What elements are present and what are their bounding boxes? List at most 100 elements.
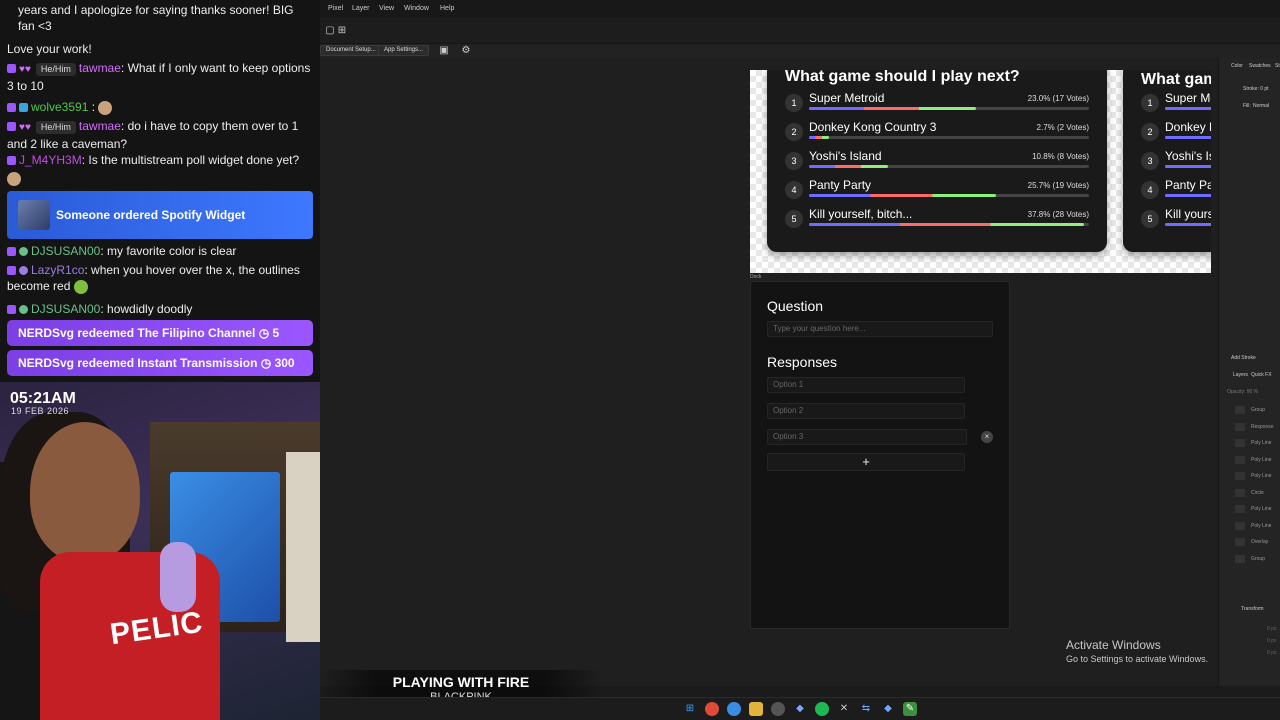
layer-row[interactable]: Poly Line [1223,436,1280,450]
tab-color[interactable]: Color [1231,63,1243,69]
sub-badge-icon [7,266,16,276]
poll-option-percent: 37.8% (28 Votes) [1027,210,1089,219]
stroke-value[interactable]: Stroke: 0 pt [1243,86,1269,92]
menu-help[interactable]: Help [440,5,454,12]
folder-icon[interactable] [749,702,763,716]
layer-row[interactable]: Poly Line [1223,469,1280,483]
poll-option-row: 1 Super Metroid 23.0% (17 Votes) [785,91,1089,119]
chat-username[interactable]: DJSUSAN00 [31,302,100,316]
layer-name: Overlay [1251,539,1269,545]
transform-y[interactable]: 0 px [1267,638,1276,644]
notepad-icon[interactable]: ✎ [903,702,917,716]
menu-layer[interactable]: Layer [352,5,370,12]
chat-message: ♥♥ He/Him tawmae: What if I only want to k… [7,60,312,94]
poll-progress-fill [1165,194,1211,197]
transform-tab[interactable]: Transform [1241,606,1264,612]
layer-name: Circle [1251,489,1264,496]
question-input[interactable]: Type your question here... [767,321,993,337]
document-setup-button[interactable]: Document Setup... [320,45,382,56]
option-3-input[interactable]: Option 3 [767,429,967,445]
blend-mode[interactable]: Normal [1253,103,1269,109]
add-stroke-button[interactable]: Add Stroke [1231,355,1256,361]
poll-progress-track [1165,107,1211,110]
edge-icon[interactable] [727,702,741,716]
redeem-cost: 300 [274,356,295,370]
poll-option-percent: 2.7% (2 Votes) [1036,123,1089,132]
album-art-icon [18,200,50,230]
tab-swatches[interactable]: Swatches [1249,63,1271,69]
alert-text: Someone ordered Spotify Widget [56,208,246,222]
affinity-icon[interactable]: ◆ [793,702,807,716]
poll-progress-track [809,194,1089,197]
spotify-icon[interactable] [815,702,829,716]
chat-username[interactable]: DJSUSAN00 [31,244,100,258]
frame-tool-icon[interactable]: ▢ [324,25,336,37]
transform-x[interactable]: 0 px [1267,626,1276,632]
layer-thumbnail [1235,472,1245,480]
app-icon[interactable]: ✕ [837,702,851,716]
remove-option-button[interactable]: × [981,431,993,443]
layer-row[interactable]: Poly Line [1223,519,1280,533]
layer-row[interactable]: Poly Line [1223,453,1280,467]
poll-progress-fill [809,136,829,139]
poll-progress-track [809,107,1089,110]
vscode-icon[interactable]: ⇆ [859,702,873,716]
menu-pixel[interactable]: Pixel [328,5,343,12]
obs-icon[interactable] [771,702,785,716]
channel-points-icon: ◷ [260,356,272,370]
poll-option-number: 5 [785,210,803,228]
poll-progress-fill [1165,223,1211,226]
chat-username[interactable]: wolve3591 [31,100,88,114]
layer-row[interactable]: Group [1223,403,1280,417]
transform-w[interactable]: 0 px [1267,650,1276,656]
grid-tool-icon[interactable]: ⊞ [336,25,348,37]
poll-option-row: 5 Kill yours [1141,207,1211,235]
chat-username[interactable]: J_M4YH3M [19,153,82,167]
layer-thumbnail [1235,488,1245,497]
poll-progress-track [1165,136,1211,139]
add-option-button[interactable]: + [767,453,965,471]
redeem-alert: NERDSvg redeemed The Filipino Channel ◷ … [7,320,313,346]
redeem-text: NERDSvg redeemed Instant Transmission [18,356,258,370]
shield-badge-icon [19,247,28,257]
layer-row[interactable]: Circle [1223,486,1280,500]
layer-row[interactable]: Overlay [1223,535,1280,549]
chat-message: ♥♥ He/Him tawmae: do i have to copy them o… [7,118,312,152]
menu-window[interactable]: Window [404,5,429,12]
tab-layers[interactable]: Layers [1233,372,1248,378]
poll-card: What game should I play next? 1 Super Met… [767,70,1107,252]
poll-progress-fill [809,223,1085,226]
opacity-value[interactable]: Opacity: 90 % [1227,389,1258,395]
chat-username[interactable]: LazyR1co [31,263,84,277]
chrome-icon[interactable] [705,702,719,716]
poll-option-label: Kill yourself, bitch... [809,207,913,221]
chat-username[interactable]: tawmae [79,119,121,133]
poll-option-number: 3 [785,152,803,170]
tab-quick-fx[interactable]: Quick FX [1251,372,1272,378]
responses-heading: Responses [767,354,838,370]
right-studio-panel: Color Swatches St Stroke: 0 pt Fill: Nor… [1218,58,1280,686]
layer-row[interactable]: Poly Line [1223,502,1280,516]
app-settings-button[interactable]: App Settings... [378,45,430,56]
poll-option-percent: 23.0% (17 Votes) [1027,94,1089,103]
emote-icon [73,279,88,294]
snapping-icon[interactable]: ▣ [438,45,450,57]
layer-thumbnail [1235,439,1245,447]
tab-stroke[interactable]: St [1275,63,1280,69]
chat-username[interactable]: tawmae [79,61,121,75]
option-1-input[interactable]: Option 1 [767,377,965,393]
layer-row[interactable]: Group [1223,552,1280,566]
gear-icon[interactable]: ⚙ [460,45,472,57]
activate-windows-watermark: Activate Windows Go to Settings to activ… [1066,638,1208,664]
poll-card-secondary: What gam 1 Super Me 2 Donkey K 3 Yoshi's Is 4P… [1123,70,1211,252]
start-icon[interactable]: ⊞ [683,702,697,716]
chat-text: : Is the multistream poll widget done ye… [81,153,300,167]
sub-badge-icon [7,103,16,113]
menu-view[interactable]: View [379,5,394,12]
option-2-input[interactable]: Option 2 [767,403,965,419]
designer-icon[interactable]: ◆ [881,702,895,716]
poll-option-number: 4 [1141,181,1159,199]
layer-name: Group [1251,555,1265,562]
poster [286,452,320,642]
layer-row[interactable]: Response [1223,420,1280,434]
